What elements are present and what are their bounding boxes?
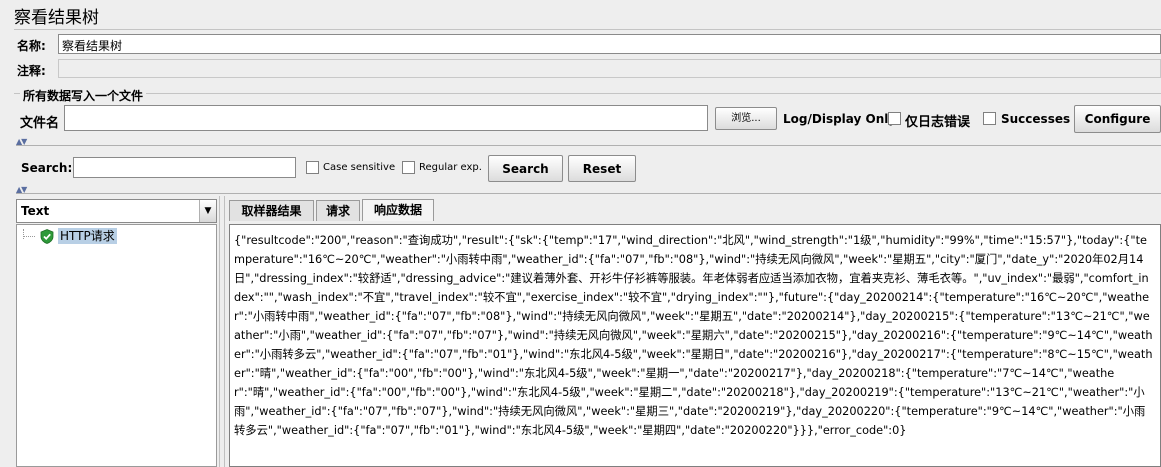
errors-only-checkbox[interactable] bbox=[888, 112, 901, 125]
shield-check-icon bbox=[40, 228, 54, 244]
successes-checkbox[interactable] bbox=[983, 112, 996, 125]
search-button[interactable]: Search bbox=[488, 155, 563, 182]
name-field[interactable]: 察看结果树 bbox=[58, 34, 1161, 54]
dropdown-arrow-icon[interactable]: ▼ bbox=[199, 200, 216, 222]
filename-label: 文件名 bbox=[20, 116, 60, 131]
splitter[interactable] bbox=[16, 145, 1161, 146]
case-sensitive-label: Case sensitive bbox=[323, 162, 396, 173]
tree-item-label: HTTP请求 bbox=[58, 228, 117, 244]
filename-input[interactable] bbox=[64, 105, 708, 131]
renderer-selected: Text bbox=[21, 204, 50, 218]
tab-request[interactable]: 请求 bbox=[316, 200, 360, 221]
search-input[interactable] bbox=[73, 157, 296, 178]
splitter[interactable] bbox=[16, 193, 1161, 194]
vertical-splitter[interactable] bbox=[219, 196, 225, 467]
search-label: Search: bbox=[21, 161, 73, 175]
configure-button[interactable]: Configure bbox=[1074, 105, 1161, 133]
regex-checkbox[interactable] bbox=[402, 161, 415, 174]
regex-label: Regular exp. bbox=[419, 162, 482, 173]
window-title: 察看结果树 bbox=[14, 8, 99, 28]
name-label: 名称: bbox=[17, 39, 46, 53]
comment-label: 注释: bbox=[17, 64, 46, 78]
browse-button[interactable]: 浏览... bbox=[715, 107, 777, 130]
comment-field[interactable] bbox=[58, 59, 1161, 78]
tab-response-data[interactable]: 响应数据 bbox=[362, 199, 434, 221]
tree-item-http-request[interactable]: HTTP请求 bbox=[40, 228, 117, 244]
successes-label: Successes bbox=[1001, 112, 1071, 126]
divider bbox=[14, 29, 1161, 30]
tree-line-icon bbox=[23, 229, 24, 239]
result-tree: HTTP请求 bbox=[16, 224, 217, 467]
case-sensitive-checkbox[interactable] bbox=[306, 161, 319, 174]
reset-button[interactable]: Reset bbox=[568, 155, 636, 182]
response-data-text[interactable]: {"resultcode":"200","reason":"查询成功","res… bbox=[229, 224, 1161, 467]
errors-only-label: 仅日志错误 bbox=[905, 115, 971, 130]
tab-sampler-result[interactable]: 取样器结果 bbox=[229, 200, 314, 221]
renderer-select[interactable]: Text ▼ bbox=[16, 199, 217, 223]
log-display-label: Log/Display Only: bbox=[783, 112, 901, 126]
file-section-legend: 所有数据写入一个文件 bbox=[20, 87, 147, 104]
tree-line-icon bbox=[23, 236, 35, 237]
